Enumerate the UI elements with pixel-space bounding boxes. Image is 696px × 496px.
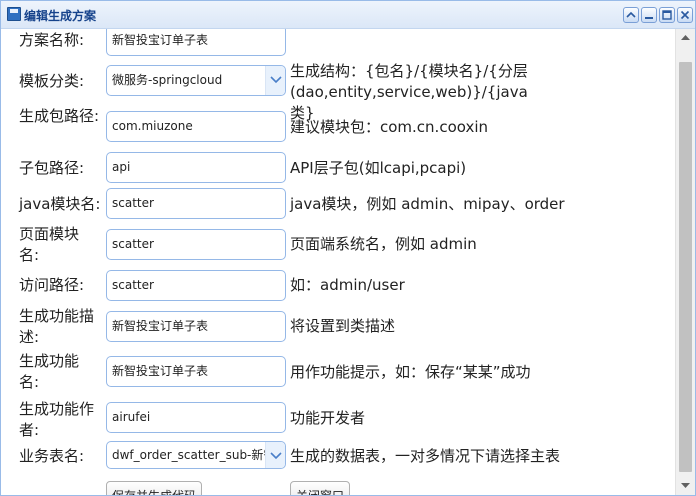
close-window-button[interactable]: 关闭窗口 <box>290 481 351 495</box>
sub-package-label: 子包路径: <box>19 159 85 177</box>
access-path-label: 访问路径: <box>19 276 85 294</box>
window-title: 编辑生成方案 <box>24 9 97 23</box>
scheme-name-input[interactable]: 新智投宝订单子表 <box>106 29 286 56</box>
chevron-down-icon[interactable] <box>265 442 285 468</box>
maximize-icon[interactable] <box>659 7 675 23</box>
java-module-label: java模块名: <box>19 195 101 213</box>
access-path-hint: 如：admin/user <box>290 276 405 294</box>
collapse-icon[interactable] <box>623 7 639 23</box>
save-generate-button[interactable]: 保存并生成代码 <box>106 481 203 495</box>
java-module-hint: java模块，例如 admin、mipay、order <box>290 195 565 213</box>
function-author-input[interactable]: airufei <box>106 402 286 433</box>
business-table-value: dwf_order_scatter_sub-新智 <box>112 448 276 462</box>
function-name-hint: 用作功能提示，如：保存“某某”成功 <box>290 363 531 381</box>
package-path-hint: 建议模块包：com.cn.cooxin <box>290 118 489 136</box>
scheme-name-label: 方案名称: <box>19 31 85 49</box>
template-category-select[interactable]: 微服务-springcloud <box>106 65 286 96</box>
function-desc-hint: 将设置到类描述 <box>290 317 396 335</box>
title-bar[interactable]: 编辑生成方案 <box>1 1 695 29</box>
business-table-select[interactable]: dwf_order_scatter_sub-新智 <box>106 441 286 469</box>
access-path-input[interactable]: scatter <box>106 270 286 301</box>
function-desc-label: 生成功能描述: <box>19 307 95 346</box>
function-name-input[interactable]: 新智投宝订单子表 <box>106 356 286 387</box>
function-desc-input[interactable]: 新智投宝订单子表 <box>106 311 286 342</box>
page-module-input[interactable]: scatter <box>106 229 286 260</box>
sub-package-input[interactable]: api <box>106 152 286 183</box>
page-module-label: 页面模块名: <box>19 225 80 264</box>
package-path-input[interactable]: com.miuzone <box>106 111 286 142</box>
package-path-label: 生成包路径: <box>19 107 100 125</box>
function-name-label: 生成功能名: <box>19 352 80 391</box>
sub-package-hint: API层子包(如lcapi,pcapi) <box>290 159 467 177</box>
form-content: 方案名称: 新智投宝订单子表 模板分类: 微服务-springcloud 生成结… <box>1 29 675 495</box>
function-author-hint: 功能开发者 <box>290 409 366 427</box>
minimize-icon[interactable] <box>641 7 657 23</box>
business-table-hint: 生成的数据表，一对多情况下请选择主表 <box>290 447 561 465</box>
scrollbar-thumb[interactable] <box>679 62 692 472</box>
template-category-hint: 生成结构：{包名}/{模块名}/{分层(dao,entity,service,w… <box>290 62 528 122</box>
business-table-label: 业务表名: <box>19 447 85 465</box>
function-author-label: 生成功能作者: <box>19 400 95 439</box>
scroll-up-icon[interactable] <box>676 29 695 47</box>
edit-scheme-window: 编辑生成方案 方案名称: 新智投宝订单子表 模板分类: 微服务-springcl… <box>0 0 696 496</box>
template-category-value: 微服务-springcloud <box>112 73 223 87</box>
scroll-down-icon[interactable] <box>676 477 695 495</box>
template-category-label: 模板分类: <box>19 72 85 90</box>
page-module-hint: 页面端系统名，例如 admin <box>290 235 477 253</box>
vertical-scrollbar[interactable] <box>675 29 695 495</box>
chevron-down-icon[interactable] <box>265 66 285 95</box>
close-icon[interactable] <box>677 7 693 23</box>
floppy-disk-icon <box>7 7 21 21</box>
java-module-input[interactable]: scatter <box>106 188 286 219</box>
